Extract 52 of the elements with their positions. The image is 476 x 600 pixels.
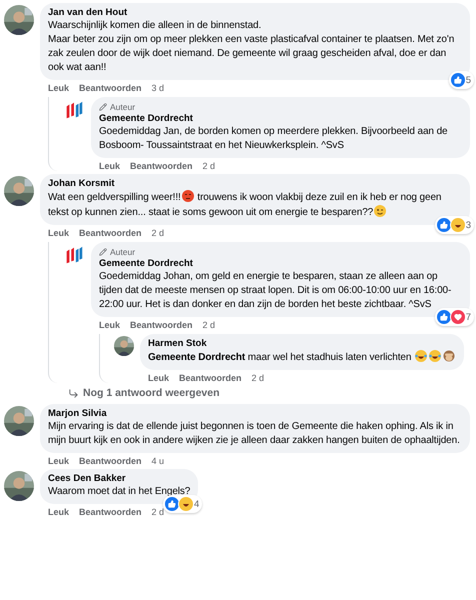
like-reaction-icon [450,72,466,88]
more-replies-link[interactable]: Nog 1 antwoord weergeven [40,383,470,401]
haha-reaction-icon [450,217,466,233]
reply-link[interactable]: Beantwoorden [79,507,142,517]
reply-link[interactable]: Beantwoorden [179,373,242,383]
like-link[interactable]: Leuk [48,83,70,93]
like-link[interactable]: Leuk [99,161,120,171]
like-reaction-icon [436,217,452,233]
reply-link[interactable]: Beantwoorden [79,228,142,238]
monkey-emoji-icon [443,350,455,362]
like-link[interactable]: Leuk [99,320,120,330]
commenter-name[interactable]: Marjon Silvia [48,408,462,420]
love-reaction-icon [450,309,466,325]
commenter-name[interactable]: Harmen Stok [148,338,456,350]
comment-time[interactable]: 2 d [252,373,264,383]
comment-time[interactable]: 2 d [202,161,216,171]
reaction-count[interactable]: 3 [434,216,474,234]
reaction-count[interactable]: 7 [434,308,474,326]
commenter-name[interactable]: Johan Korsmit [48,178,462,190]
author-badge: Auteur [99,246,462,258]
comment-time[interactable]: 2 d [202,320,216,330]
angry-emoji-icon [182,190,194,202]
laughing-emoji-icon [429,350,441,362]
haha-reaction-icon [178,496,194,512]
reaction-count[interactable]: 4 [162,495,202,513]
like-link[interactable]: Leuk [48,228,70,238]
like-reaction-icon [164,496,180,512]
like-link[interactable]: Leuk [48,456,70,466]
reply-link[interactable]: Beantwoorden [130,320,193,330]
reply-arrow-icon [68,388,79,398]
commenter-name[interactable]: Cees Den Bakker [48,473,190,485]
like-link[interactable]: Leuk [148,373,170,383]
commenter-name[interactable]: Jan van den Hout [48,7,462,19]
wink-emoji-icon [374,205,386,217]
commenter-name[interactable]: Gemeente Dordrecht [99,113,462,125]
reaction-count[interactable]: 5 [448,71,474,89]
reply-link[interactable]: Beantwoorden [79,456,142,466]
reply-link[interactable]: Beantwoorden [130,161,193,171]
comment-time[interactable]: 3 d [152,83,164,93]
comment-text: Goedemiddag Jan, de borden komen op meerdere plekken. Bijvoorbeeld aan de Bosboom- Toussaintstraat en het Nieuwkerksplein. ^SvS [99,125,448,153]
comment-time[interactable]: 4 u [152,456,164,466]
comment-time[interactable]: 2 d [152,228,164,238]
comment-text: Gemeente Dordrecht maar wel het stadhuis laten verlichten [148,350,456,365]
like-reaction-icon [436,309,452,325]
like-link[interactable]: Leuk [48,507,70,517]
comment-time[interactable]: 2 d [152,507,164,517]
reply-link[interactable]: Beantwoorden [79,83,142,93]
comment-text: Waarschijnlijk komen die alleen in de binnenstad. [48,19,262,33]
laughing-emoji-icon [415,350,427,362]
comment-text: Mijn ervaring is dat de ellende juist begonnen is toen de Gemeente die haken ophing. Als ik in mijn buurt kijk en ook in andere wijken zie je alleen daar zakken hangen buiten de ophaaltijden. [48,420,461,448]
author-badge: Auteur [99,101,462,113]
commenter-name[interactable]: Gemeente Dordrecht [99,258,462,270]
